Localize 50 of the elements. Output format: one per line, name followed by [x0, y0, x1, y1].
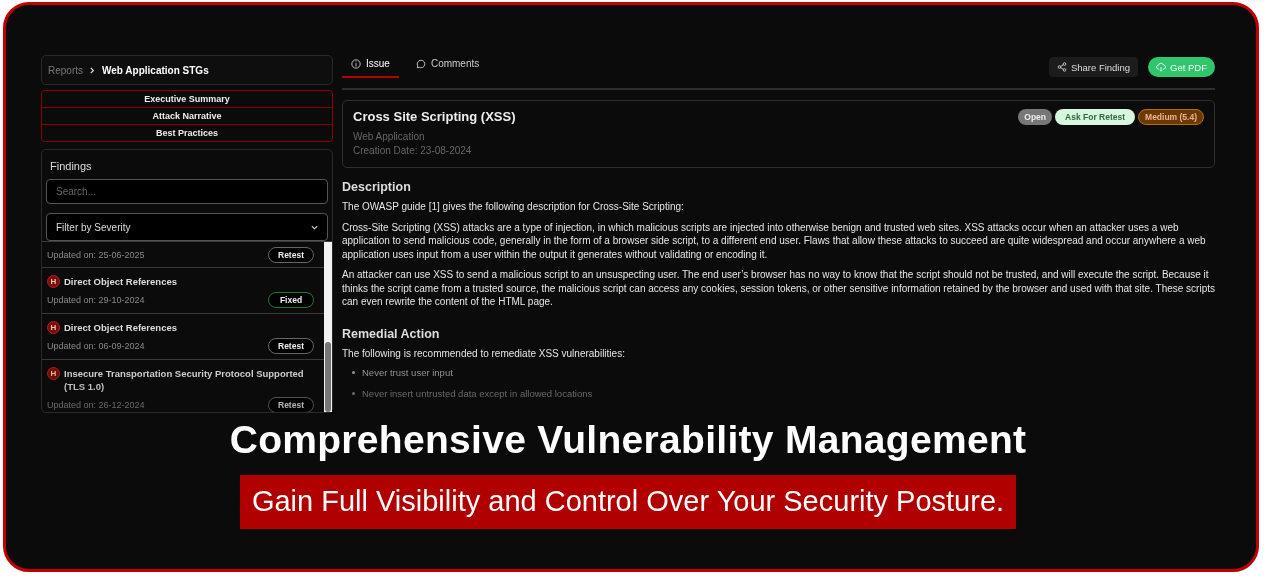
breadcrumb-link[interactable]: Reports: [48, 64, 83, 76]
paragraph: The OWASP guide [1] gives the following description for Cross-Site Scripting:: [342, 200, 685, 214]
report-section-button[interactable]: Best Practices: [41, 124, 333, 142]
chevron-right-icon: [89, 66, 96, 74]
severity-badge: H: [47, 275, 60, 288]
status-badge: Ask For Retest: [1055, 109, 1136, 125]
severity-dropdown[interactable]: Filter by Severity: [46, 213, 328, 241]
action-button[interactable]: Share Finding: [1048, 57, 1139, 77]
status-badge: Open: [1018, 109, 1053, 125]
updated-date: Updated on: 29-10-2024: [47, 295, 145, 305]
subheadline-banner: Gain Full Visibility and Control Over Your Security Posture.: [239, 475, 1017, 529]
bullet-text: Never trust user input: [362, 367, 453, 378]
creation-date: Creation Date: 23-08-2024: [353, 144, 473, 158]
chat-bubble-icon: [415, 58, 426, 69]
issue-title: Cross Site Scripting (XSS): [353, 109, 516, 124]
bullet-text: Never insert untrusted data except in allowed locations: [362, 388, 593, 399]
tab[interactable]: Issue: [342, 55, 399, 78]
share-icon: [1056, 62, 1067, 72]
finding-title[interactable]: Direct Object References: [64, 275, 177, 288]
section-heading: Description: [342, 180, 412, 194]
scrollbar[interactable]: [324, 242, 332, 412]
paragraph: An attacker can use XSS to send a malicious script to an unsuspecting user. The end user’s browser has no way to know that the script should not be trusted, and will execute the script. Because it thinks the script came from a trusted source, the malicious script can access any cookies, session tokens, or other sensitive information retained by the browser and used with that site. These scripts can even rewrite the content of the HTML page.: [342, 268, 1215, 309]
bullet-icon: [352, 371, 355, 374]
tab[interactable]: Comments: [406, 55, 489, 78]
info-icon: [351, 58, 361, 69]
breadcrumb-current: Web Application STGs: [102, 64, 209, 76]
status-button[interactable]: Retest: [268, 247, 314, 263]
panel-title: Findings: [49, 159, 93, 172]
report-section-button[interactable]: Executive Summary: [41, 90, 333, 108]
status-button[interactable]: Retest: [268, 397, 314, 412]
finding-title[interactable]: Insecure Transportation Security Protocol Supported (TLS 1.0): [64, 367, 314, 393]
chevron-down-icon: [311, 223, 318, 231]
cloud-download-icon: [1156, 62, 1167, 72]
severity-badge: H: [47, 321, 60, 334]
status-button[interactable]: Fixed: [268, 292, 314, 308]
issue-category: Web Application: [353, 130, 426, 144]
search-field[interactable]: Search...: [46, 179, 328, 204]
updated-date: Updated on: 26-12-2024: [47, 400, 145, 410]
severity-badge: H: [47, 367, 60, 380]
paragraph: Cross-Site Scripting (XSS) attacks are a type of injection, in which malicious scripts are injected into otherwise benign and trusted web sites. XSS attacks occur when an attacker uses a web application to send malicious code, generally in the form of a browser side script, to a different end user. Flaws that allow these attacks to succeed are quite widespread and occur anywhere a web application uses input from a user within the output it generates without validating or encoding it.: [342, 220, 1207, 261]
updated-date: Updated on: 06-09-2024: [47, 341, 145, 351]
status-button[interactable]: Retest: [268, 338, 314, 354]
section-heading: Remedial Action: [342, 326, 441, 341]
status-badge: Medium (5.4): [1138, 109, 1204, 125]
report-section-button[interactable]: Attack Narrative: [41, 107, 333, 125]
updated-date: Updated on: 25-06-2025: [47, 250, 145, 260]
bullet-icon: [352, 392, 355, 395]
finding-title[interactable]: Direct Object References: [64, 321, 177, 334]
paragraph: The following is recommended to remediate XSS vulnerabilities:: [342, 346, 626, 360]
headline: Comprehensive Vulnerability Management: [229, 418, 1027, 462]
